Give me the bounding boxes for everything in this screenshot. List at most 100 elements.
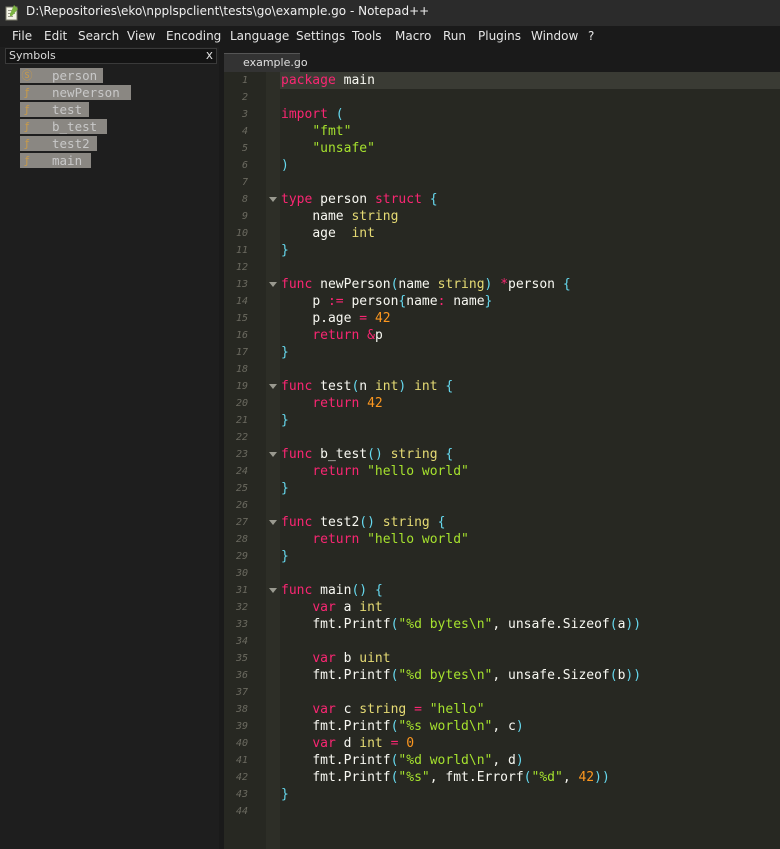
line-number: 24 — [235, 466, 248, 477]
code-line: ) — [281, 158, 289, 173]
fold-toggle-icon[interactable] — [269, 452, 277, 457]
code-line: "unsafe" — [312, 141, 375, 156]
line-number: 2 — [241, 92, 248, 103]
code-line: var d int = 0 — [312, 736, 415, 751]
tab-example-go[interactable]: example.go — [224, 53, 308, 72]
code-line: func test2() string { — [281, 515, 446, 530]
menu-language[interactable]: Language — [230, 29, 289, 43]
fold-toggle-icon[interactable] — [269, 588, 277, 593]
function-icon: ƒ — [25, 154, 29, 167]
code-line: import ( — [281, 107, 344, 122]
editor-area: example.go 1 2 3 4 5 6 7 8 9 10 11 12 13 14 15 16 17 18 19… — [224, 47, 780, 849]
symbol-item[interactable]: Ⓢ person — [20, 68, 103, 83]
symbol-item[interactable]: ƒ test2 — [20, 136, 97, 151]
notepadpp-icon — [5, 5, 18, 21]
line-number: 39 — [235, 721, 248, 732]
code-line: fmt.Printf("%d bytes\n", unsafe.Sizeof(a… — [312, 617, 642, 632]
line-number: 20 — [235, 398, 248, 409]
menu-view[interactable]: View — [127, 29, 155, 43]
code-line: return "hello world" — [312, 464, 469, 479]
menu-settings[interactable]: Settings — [296, 29, 345, 43]
fold-toggle-icon[interactable] — [269, 282, 277, 287]
code-line: } — [281, 413, 289, 428]
line-number: 44 — [235, 806, 248, 817]
symbol-item[interactable]: ƒ b_test — [20, 119, 107, 134]
line-number: 17 — [235, 347, 248, 358]
menu-run[interactable]: Run — [443, 29, 466, 43]
line-number: 15 — [235, 313, 248, 324]
line-number: 30 — [235, 568, 248, 579]
menu-bar: File Edit Search View Encoding Language … — [0, 26, 780, 47]
line-number: 29 — [235, 551, 248, 562]
code-line: } — [281, 787, 289, 802]
function-icon: ƒ — [25, 120, 29, 133]
line-number-gutter: 1 2 3 4 5 6 7 8 9 10 11 12 13 14 15 16 17 18 19 20 21 22 23 24 2… — [224, 72, 266, 849]
fold-toggle-icon[interactable] — [269, 197, 277, 202]
code-line: func b_test() string { — [281, 447, 454, 462]
fold-margin[interactable] — [266, 72, 280, 849]
tab-label: example.go — [243, 56, 308, 69]
function-icon: ƒ — [25, 137, 29, 150]
close-icon[interactable]: x — [206, 48, 213, 62]
line-number: 6 — [241, 160, 248, 171]
symbol-item[interactable]: ƒ test — [20, 102, 89, 117]
menu-encoding[interactable]: Encoding — [166, 29, 221, 43]
symbol-label: test2 — [52, 136, 90, 151]
line-number: 31 — [235, 585, 248, 596]
code-line: var b uint — [312, 651, 391, 666]
code-line: package main — [281, 73, 375, 88]
symbol-label: test — [52, 102, 83, 117]
symbols-panel-title: Symbols — [9, 49, 56, 62]
menu-macro[interactable]: Macro — [395, 29, 431, 43]
line-number: 7 — [241, 177, 248, 188]
line-number: 37 — [235, 687, 248, 698]
symbol-label: person — [52, 68, 98, 83]
line-number: 38 — [235, 704, 248, 715]
line-number: 18 — [235, 364, 248, 375]
line-number: 42 — [235, 772, 248, 783]
code-editor[interactable]: 1 2 3 4 5 6 7 8 9 10 11 12 13 14 15 16 17 18 19 20 21 22 23 24 2… — [224, 72, 780, 849]
line-number: 35 — [235, 653, 248, 664]
code-line: fmt.Printf("%d bytes\n", unsafe.Sizeof(b… — [312, 668, 642, 683]
line-number: 26 — [235, 500, 248, 511]
line-number: 4 — [241, 126, 248, 137]
symbol-item[interactable]: ƒ newPerson — [20, 85, 131, 100]
line-number: 19 — [235, 381, 248, 392]
symbol-item[interactable]: ƒ main — [20, 153, 91, 168]
line-number: 8 — [241, 194, 248, 205]
line-number: 3 — [241, 109, 248, 120]
code-line: fmt.Printf("%s world\n", c) — [312, 719, 524, 734]
line-number: 25 — [235, 483, 248, 494]
menu-tools[interactable]: Tools — [352, 29, 382, 43]
code-line: func newPerson(name string) *person { — [281, 277, 571, 292]
code-line: return 42 — [312, 396, 383, 411]
menu-search[interactable]: Search — [78, 29, 119, 43]
code-line: return &p — [312, 328, 383, 343]
line-number: 34 — [235, 636, 248, 647]
fold-toggle-icon[interactable] — [269, 384, 277, 389]
line-number: 9 — [241, 211, 248, 222]
symbol-label: b_test — [52, 119, 98, 134]
menu-help[interactable]: ? — [588, 29, 594, 43]
symbols-panel-header: Symbols x — [5, 48, 217, 64]
menu-edit[interactable]: Edit — [44, 29, 67, 43]
line-number: 16 — [235, 330, 248, 341]
line-number: 36 — [235, 670, 248, 681]
line-number: 10 — [235, 228, 248, 239]
code-line: return "hello world" — [312, 532, 469, 547]
line-number: 13 — [235, 279, 248, 290]
code-line: } — [281, 549, 289, 564]
window-title: D:\Repositories\eko\npplspclient\tests\g… — [26, 4, 430, 18]
line-number: 23 — [235, 449, 248, 460]
menu-window[interactable]: Window — [531, 29, 578, 43]
code-line: name string — [312, 209, 399, 224]
function-icon: ƒ — [25, 103, 29, 116]
line-number: 21 — [235, 415, 248, 426]
line-number: 33 — [235, 619, 248, 630]
fold-toggle-icon[interactable] — [269, 520, 277, 525]
function-icon: ƒ — [25, 86, 29, 99]
menu-file[interactable]: File — [12, 29, 32, 43]
code-line: } — [281, 481, 289, 496]
line-number: 1 — [241, 75, 248, 86]
menu-plugins[interactable]: Plugins — [478, 29, 521, 43]
